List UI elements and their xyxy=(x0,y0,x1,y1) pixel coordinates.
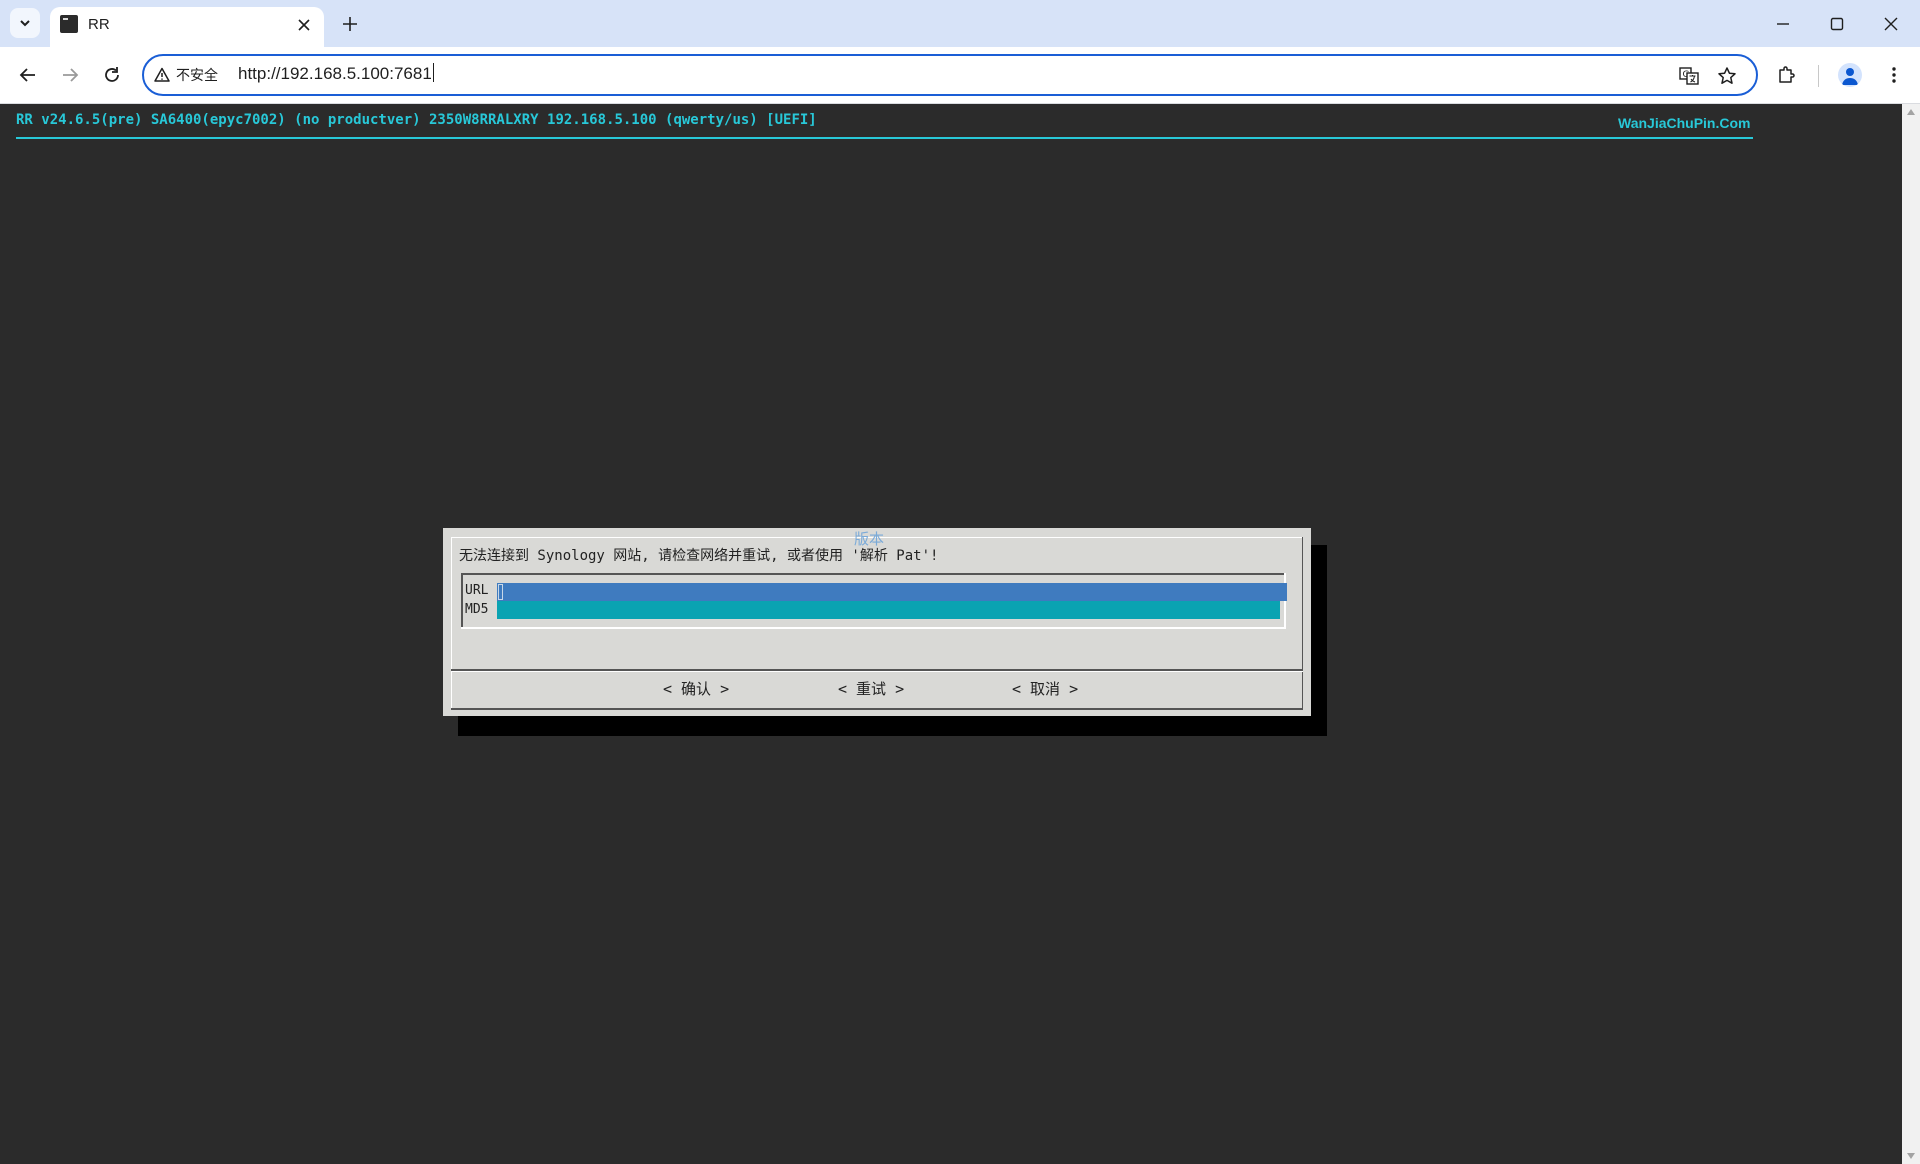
tab-title: RR xyxy=(88,16,110,33)
close-icon xyxy=(298,19,310,31)
maximize-icon xyxy=(1830,17,1844,30)
dialog-border xyxy=(1302,537,1303,709)
md5-input[interactable] xyxy=(497,601,1280,619)
form-border xyxy=(461,627,1286,629)
vertical-scrollbar[interactable] xyxy=(1902,104,1920,1164)
url-input[interactable] xyxy=(497,583,1287,601)
cancel-button[interactable]: < 取消 > xyxy=(1012,678,1078,699)
close-icon xyxy=(1884,17,1898,30)
browser-menu-button[interactable] xyxy=(1878,59,1910,91)
back-button[interactable] xyxy=(12,59,44,91)
profile-button[interactable] xyxy=(1834,59,1866,91)
maximize-button[interactable] xyxy=(1810,0,1864,47)
dialog-message: 无法连接到 Synology 网站, 请检查网络并重试, 或者使用 '解析 Pa… xyxy=(459,548,939,564)
form-border xyxy=(1284,573,1286,629)
retry-button[interactable]: < 重试 > xyxy=(838,678,904,699)
star-icon xyxy=(1718,67,1736,84)
browser-toolbar: 不安全 http://192.168.5.100:7681 G xyxy=(0,47,1920,104)
scroll-up-arrow-icon[interactable] xyxy=(1905,106,1917,118)
reload-icon xyxy=(105,67,119,82)
avatar-icon xyxy=(1838,63,1862,87)
url-text[interactable]: http://192.168.5.100:7681 xyxy=(238,63,434,85)
url-label: URL xyxy=(465,583,489,598)
chevron-down-icon xyxy=(20,20,30,27)
tab-close-button[interactable] xyxy=(294,15,314,35)
address-bar[interactable]: 不安全 http://192.168.5.100:7681 G xyxy=(142,54,1758,96)
browser-tab[interactable]: RR xyxy=(50,7,324,47)
form-border xyxy=(461,573,463,629)
terminal-favicon-icon xyxy=(60,15,78,33)
tab-search-button[interactable] xyxy=(10,8,40,38)
brand-text: WanJiaChuPin.Com xyxy=(1618,115,1751,131)
version-dialog: 版本 无法连接到 Synology 网站, 请检查网络并重试, 或者使用 '解析… xyxy=(443,528,1311,716)
md5-label: MD5 xyxy=(465,602,489,617)
new-tab-button[interactable] xyxy=(336,10,364,38)
dialog-border xyxy=(451,708,1303,710)
puzzle-icon xyxy=(1779,66,1795,83)
extensions-button[interactable] xyxy=(1771,59,1803,91)
dialog-border xyxy=(451,537,452,709)
plus-icon xyxy=(343,17,357,31)
translate-icon: G xyxy=(1679,67,1699,85)
bookmark-button[interactable] xyxy=(1714,63,1740,89)
scroll-down-arrow-icon[interactable] xyxy=(1905,1150,1917,1162)
header-divider xyxy=(16,137,1753,139)
tab-strip: RR xyxy=(0,0,1920,47)
close-window-button[interactable] xyxy=(1864,0,1918,47)
minimize-icon xyxy=(1777,22,1789,25)
confirm-button[interactable]: < 确认 > xyxy=(663,678,729,699)
arrow-right-icon xyxy=(63,68,79,82)
warning-triangle-icon xyxy=(154,67,170,82)
form-fields: URL MD5 xyxy=(461,573,1287,629)
reload-button[interactable] xyxy=(96,59,128,91)
system-info-header: RR v24.6.5(pre) SA6400(epyc7002) (no pro… xyxy=(16,112,817,128)
form-border xyxy=(461,573,1286,575)
text-cursor xyxy=(498,584,503,600)
minimize-button[interactable] xyxy=(1756,0,1810,47)
toolbar-divider xyxy=(1818,65,1819,87)
security-indicator[interactable]: 不安全 xyxy=(154,64,218,86)
forward-button[interactable] xyxy=(54,59,86,91)
security-label: 不安全 xyxy=(176,67,218,83)
kebab-menu-icon xyxy=(1892,67,1896,83)
button-row-divider xyxy=(451,671,1303,672)
translate-button[interactable]: G xyxy=(1676,63,1702,89)
arrow-left-icon xyxy=(19,68,35,82)
